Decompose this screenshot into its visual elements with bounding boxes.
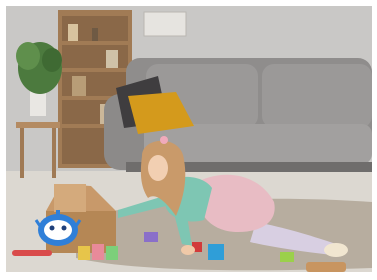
toy-block-blue — [208, 244, 224, 260]
toy-houses — [78, 244, 118, 260]
wall-picture — [143, 11, 187, 37]
photo-scene — [6, 6, 372, 272]
toy-block-wood — [306, 262, 346, 272]
toy-block-purple — [144, 232, 158, 242]
toy-stick — [12, 250, 52, 256]
toy-block-green — [280, 252, 294, 262]
